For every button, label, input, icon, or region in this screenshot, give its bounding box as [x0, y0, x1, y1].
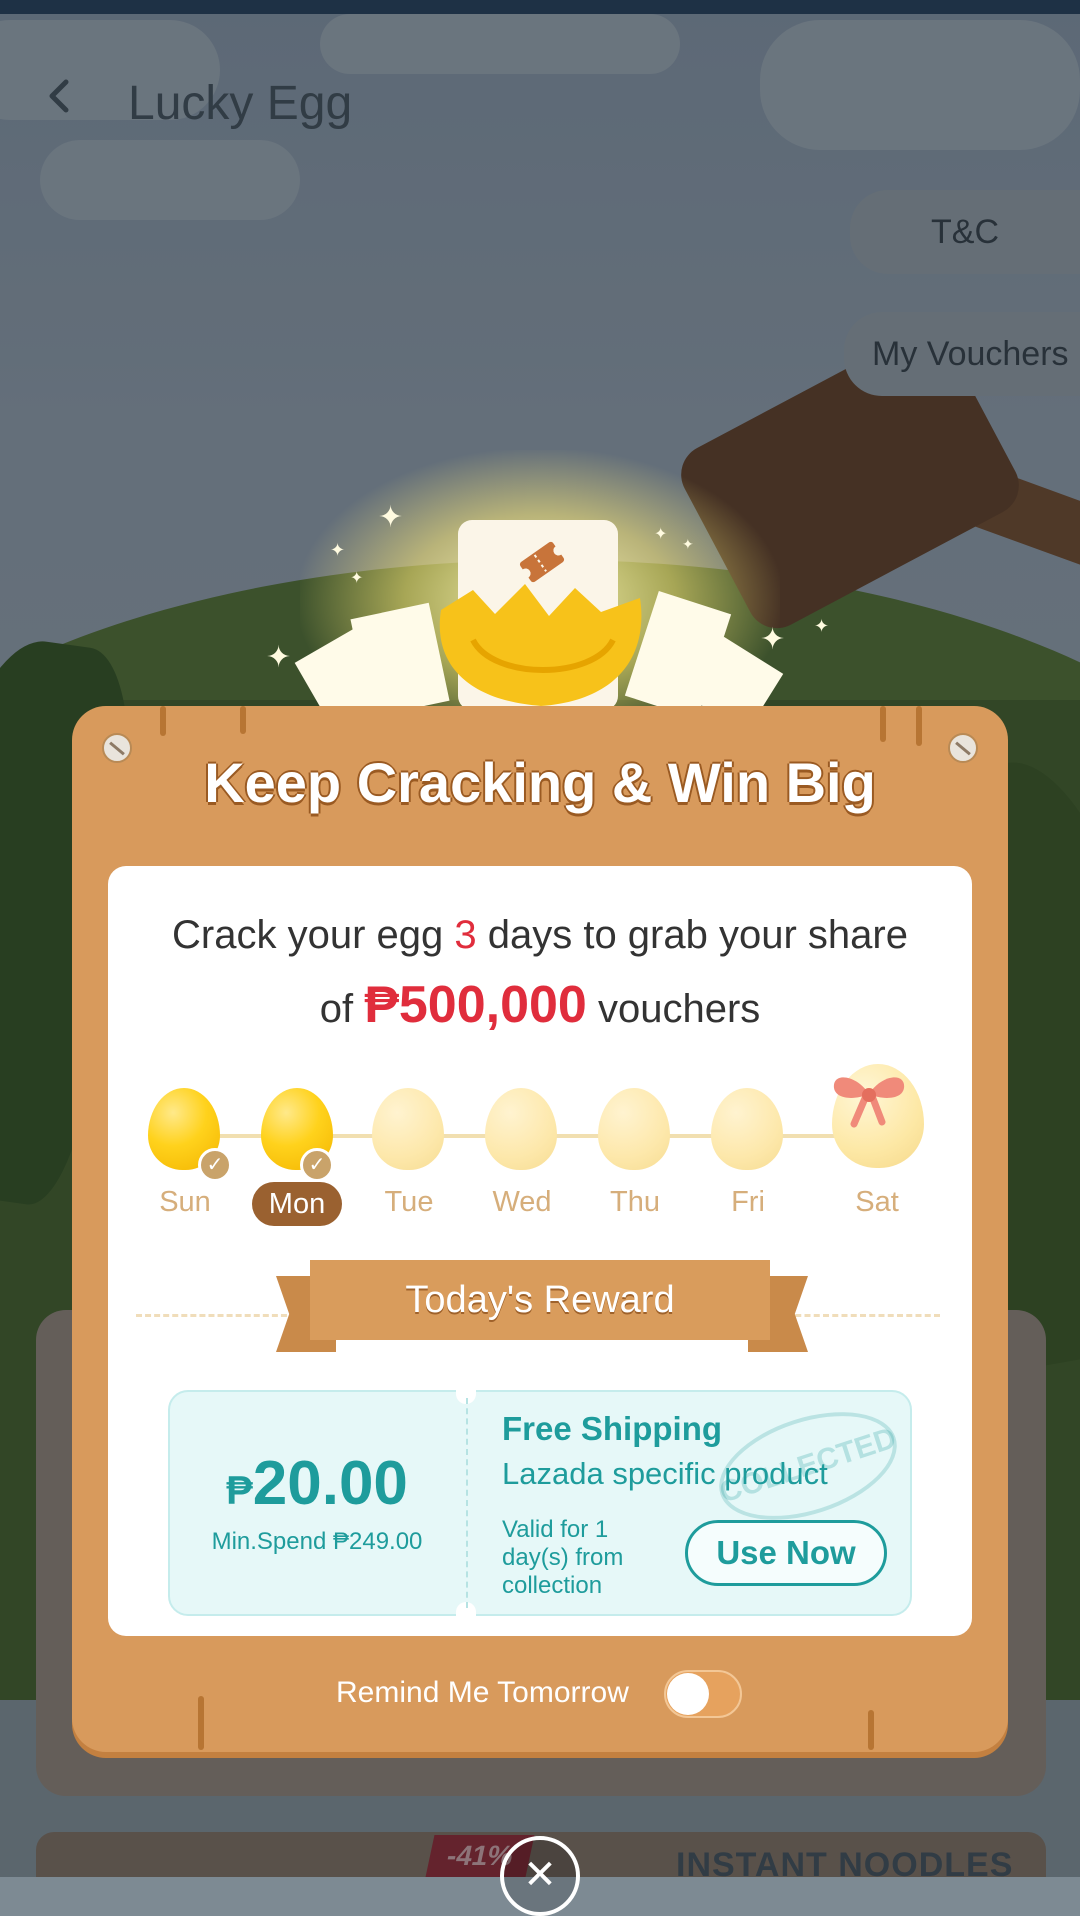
message-part: of	[319, 987, 365, 1031]
day-label-wed: Wed	[492, 1186, 552, 1218]
sparkle-icon: ✦	[682, 536, 694, 552]
coupon-divider	[466, 1398, 468, 1608]
voucher-type: Free Shipping	[502, 1410, 723, 1447]
cracked-egg-icon	[439, 584, 642, 706]
drip	[916, 706, 922, 746]
days-count: 3	[454, 913, 477, 957]
message-part: days to grab your share	[476, 913, 908, 957]
ribbon-bow-icon	[833, 1077, 905, 1128]
close-icon: ✕	[523, 1853, 557, 1897]
use-now-button[interactable]: Use Now	[685, 1520, 887, 1586]
sparkle-icon: ✦	[654, 526, 668, 543]
check-icon: ✓	[300, 1148, 334, 1182]
crack-message: Crack your egg 3 days to grab your share…	[120, 900, 960, 1044]
day-label-thu: Thu	[610, 1186, 660, 1218]
sparkle-icon: ✦	[814, 616, 830, 636]
amount-value: 20.00	[252, 1449, 408, 1518]
toggle-knob	[667, 1673, 709, 1715]
currency-symbol: ₱	[226, 1469, 253, 1513]
day-label-fri: Fri	[731, 1186, 765, 1218]
day-label-sun: Sun	[159, 1186, 211, 1218]
drip	[240, 706, 246, 734]
voucher-validity: Valid for 1 day(s) from collection	[502, 1516, 624, 1599]
divider-dash	[786, 1314, 940, 1317]
message-part: Crack your egg	[172, 913, 455, 957]
voucher-scope: Lazada specific product	[502, 1456, 828, 1491]
drip	[880, 706, 886, 742]
sparkle-icon: ✦	[350, 570, 364, 587]
drip	[868, 1710, 874, 1750]
sparkle-icon: ✦	[330, 540, 346, 560]
modal-title: Keep Cracking & Win Big	[204, 751, 876, 814]
day-label-tue: Tue	[384, 1186, 434, 1218]
sparkle-icon: ✦	[760, 623, 786, 656]
divider-dash	[136, 1314, 296, 1317]
drip	[160, 706, 166, 736]
remind-label: Remind Me Tomorrow	[336, 1676, 629, 1709]
sparkle-icon: ✦	[266, 641, 292, 674]
close-modal-button[interactable]: ✕	[500, 1836, 580, 1916]
min-spend: Min.Spend ₱249.00	[211, 1528, 423, 1555]
todays-reward-banner: Today's Reward	[310, 1260, 770, 1340]
message-part: vouchers	[586, 987, 761, 1031]
check-icon: ✓	[198, 1148, 232, 1182]
drip	[198, 1696, 204, 1750]
remind-toggle[interactable]	[664, 1670, 742, 1718]
prize-amount: ₱500,000	[364, 976, 587, 1034]
day-label-mon: Mon	[252, 1182, 342, 1226]
sparkle-icon: ✦	[378, 501, 404, 534]
day-label-sat: Sat	[855, 1186, 899, 1218]
voucher-amount: ₱20.00	[168, 1448, 466, 1519]
